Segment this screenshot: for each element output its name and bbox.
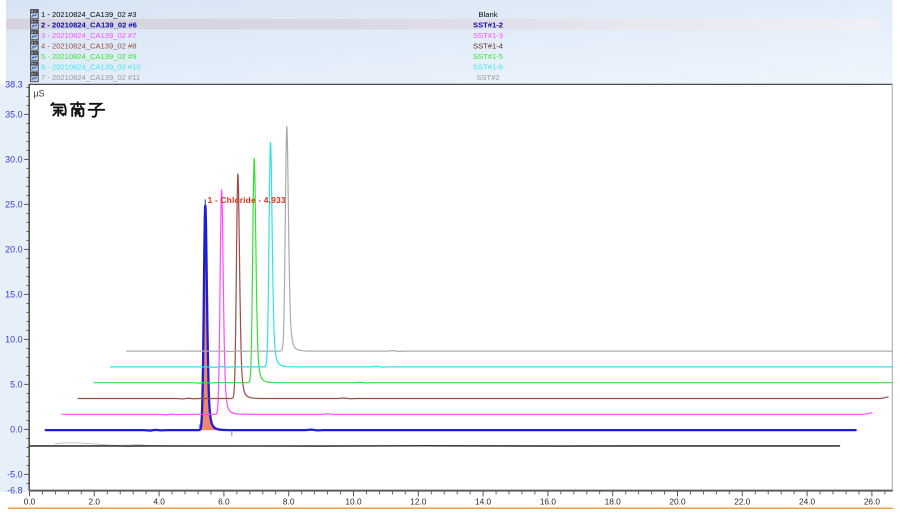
- svg-text:0.0: 0.0: [10, 425, 23, 435]
- svg-text:µS: µS: [34, 89, 45, 99]
- svg-text:0.0: 0.0: [24, 497, 36, 507]
- svg-text:-6.8: -6.8: [7, 486, 23, 496]
- svg-text:SST#1-6: SST#1-6: [473, 63, 503, 72]
- svg-text:3 - 20210824_CA139_02 #7: 3 - 20210824_CA139_02 #7: [41, 31, 136, 40]
- svg-text:SST#1-3: SST#1-3: [473, 31, 503, 40]
- svg-text:26.0: 26.0: [864, 497, 881, 507]
- svg-text:25.0: 25.0: [5, 200, 23, 210]
- svg-text:20.0: 20.0: [5, 245, 23, 255]
- svg-text:5 - 20210824_CA139_02 #9: 5 - 20210824_CA139_02 #9: [41, 52, 136, 61]
- svg-text:Blank: Blank: [479, 10, 498, 19]
- svg-text:22.0: 22.0: [734, 497, 751, 507]
- svg-text:20.0: 20.0: [669, 497, 686, 507]
- svg-text:6.0: 6.0: [218, 497, 230, 507]
- svg-text:10.0: 10.0: [5, 335, 23, 345]
- svg-text:30.0: 30.0: [5, 155, 23, 165]
- svg-text:24.0: 24.0: [799, 497, 816, 507]
- svg-text:5.0: 5.0: [10, 380, 23, 390]
- svg-text:8.0: 8.0: [283, 497, 295, 507]
- svg-text:2 - 20210824_CA139_02 #6: 2 - 20210824_CA139_02 #6: [41, 21, 137, 30]
- svg-text:SST#2: SST#2: [476, 73, 499, 82]
- svg-text:38.3: 38.3: [5, 80, 23, 90]
- svg-text:-5.0: -5.0: [7, 470, 23, 480]
- svg-text:SST#1-5: SST#1-5: [473, 52, 503, 61]
- svg-text:18.0: 18.0: [605, 497, 622, 507]
- svg-text:SST#1-2: SST#1-2: [473, 21, 503, 30]
- svg-text:4.0: 4.0: [153, 497, 165, 507]
- svg-text:15.0: 15.0: [5, 290, 23, 300]
- svg-text:1 - 20210824_CA139_02 #3: 1 - 20210824_CA139_02 #3: [41, 10, 136, 19]
- svg-text:10.0: 10.0: [345, 497, 362, 507]
- svg-text:6 - 20210824_CA139_02 #10: 6 - 20210824_CA139_02 #10: [41, 63, 141, 72]
- svg-text:1 - Chloride - 4.933: 1 - Chloride - 4.933: [208, 195, 286, 205]
- svg-text:2.0: 2.0: [89, 497, 101, 507]
- svg-text:7 - 20210824_CA139_02 #11: 7 - 20210824_CA139_02 #11: [41, 73, 140, 82]
- svg-text:16.0: 16.0: [540, 497, 557, 507]
- svg-text:35.0: 35.0: [5, 110, 23, 120]
- svg-text:14.0: 14.0: [475, 497, 492, 507]
- svg-text:SST#1-4: SST#1-4: [473, 42, 503, 51]
- svg-text:12.0: 12.0: [410, 497, 427, 507]
- svg-text:4 - 20210824_CA139_02 #8: 4 - 20210824_CA139_02 #8: [41, 42, 136, 51]
